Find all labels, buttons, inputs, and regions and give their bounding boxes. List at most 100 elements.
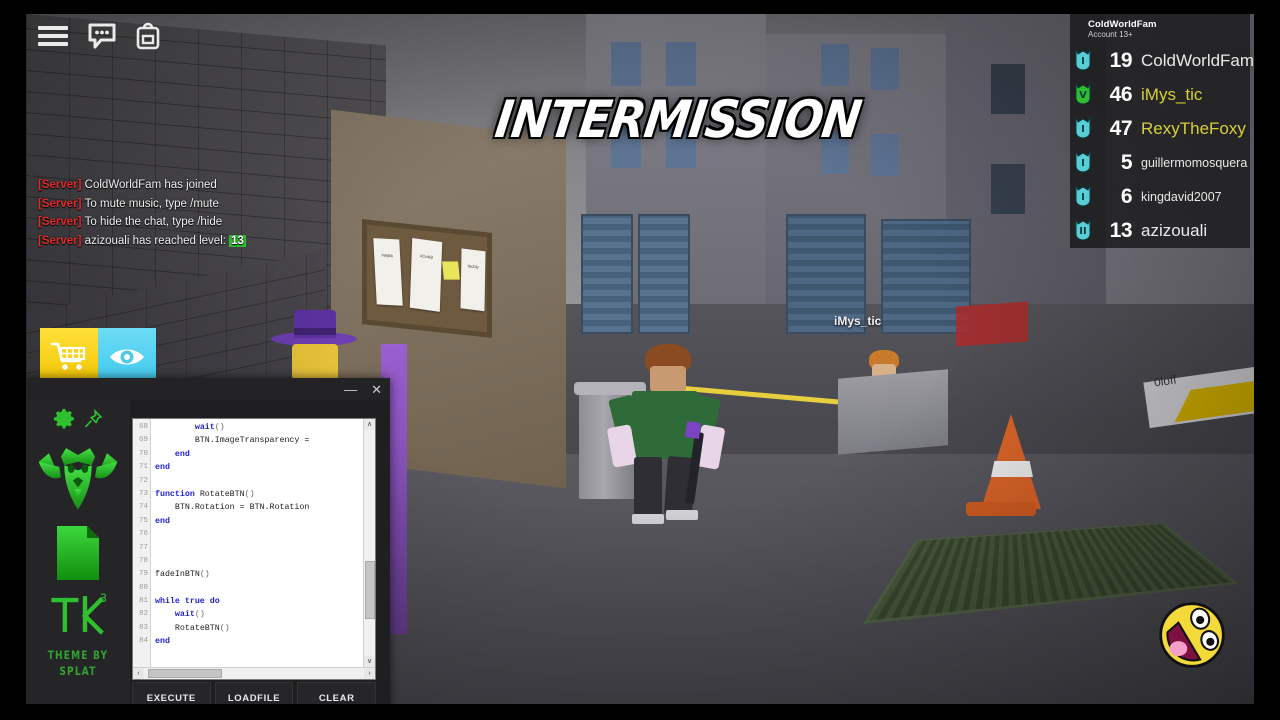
line-number: 68 (138, 423, 148, 431)
building-window (611, 42, 641, 86)
chat-icon[interactable] (88, 23, 116, 54)
svg-text:V: V (1079, 90, 1087, 101)
chat-sender-tag: [Server] (38, 197, 85, 210)
leaderboard-row[interactable]: II 13 azizouali (1070, 214, 1250, 248)
epic-face-decal (1158, 601, 1226, 669)
vertical-scroll-thumb[interactable] (365, 561, 375, 619)
menu-icon[interactable] (38, 25, 68, 52)
tk-logo-icon: 3 (50, 591, 107, 642)
svg-text:I: I (1081, 192, 1085, 203)
minimize-button[interactable]: — (344, 383, 357, 396)
line-number: 83 (138, 623, 148, 632)
line-number: 70 (138, 449, 148, 458)
code-line: end (174, 449, 190, 459)
leaderboard-score: 47 (1109, 117, 1133, 140)
scroll-right-arrow[interactable]: › (364, 668, 375, 679)
code-editor[interactable]: 68 69 70 71 72 73 74 75 76 77 78 79 80 81 82 83 84 wait(… (132, 418, 376, 680)
line-number: 76 (138, 530, 148, 539)
script-file-icon[interactable] (55, 524, 101, 587)
line-number: 71 (138, 463, 148, 472)
intermission-text: INTERMISSION (491, 88, 865, 150)
concrete-block (838, 369, 948, 455)
leaderboard-score: 6 (1120, 185, 1133, 208)
chat-level-badge: 13 (229, 234, 246, 247)
line-number: 74 (138, 503, 148, 512)
code-line: fadeInBTN() (155, 570, 210, 580)
board-paper-text: kOubijt (420, 253, 433, 260)
line-number: 84 (138, 637, 148, 646)
leaderboard-row[interactable]: I 5 guillermomosquera (1070, 146, 1250, 180)
chat-log[interactable]: [Server] ColdWorldFam has joined [Server]… (38, 176, 338, 251)
backpack-icon[interactable] (136, 22, 160, 55)
close-button[interactable]: ✕ (371, 383, 382, 396)
code-line: BTN.ImageTransparency = (155, 436, 310, 446)
rank-badge-icon: I (1072, 47, 1094, 76)
cerberus-logo-icon (35, 443, 121, 518)
building-window (991, 164, 1025, 214)
chat-sender-tag: [Server] (38, 234, 85, 247)
leaderboard-header: ColdWorldFam Account 13+ (1070, 14, 1250, 44)
leaderboard-player-name: RexyTheFoxy (1141, 119, 1246, 138)
pin-icon[interactable] (83, 408, 103, 434)
code-line: wait() (174, 610, 205, 620)
code-line: BTN.Rotation = BTN.Rotation (155, 503, 310, 513)
svg-text:I: I (1081, 124, 1085, 135)
line-number: 82 (138, 610, 148, 619)
scroll-down-arrow[interactable]: ∨ (364, 656, 375, 667)
scroll-left-arrow[interactable]: ‹ (133, 668, 144, 679)
rank-badge-icon: II (1072, 217, 1094, 246)
leaderboard-row[interactable]: V 46 iMys_tic (1070, 78, 1250, 112)
building-window (871, 48, 899, 90)
code-line: RotateBTN() (174, 623, 230, 633)
code-text-area[interactable]: wait() BTN.ImageTransparency = end end fu… (151, 419, 363, 667)
letterbox-bottom (0, 704, 1280, 720)
executor-sidebar: 3 THEME BY SPLAT (26, 400, 130, 720)
code-line: wait() (194, 423, 225, 432)
chat-message: [Server] azizouali has reached level: 13 (38, 232, 338, 251)
chat-message: [Server] ColdWorldFam has joined (38, 176, 338, 195)
board-paper-text: xWjtkk (381, 252, 394, 259)
editor-vertical-scrollbar[interactable]: ∧ ∨ (363, 419, 375, 667)
svg-text:3: 3 (100, 591, 106, 605)
horizontal-scroll-track[interactable] (144, 668, 364, 679)
scroll-up-arrow[interactable]: ∧ (364, 419, 375, 430)
code-line: end (155, 463, 170, 473)
chat-message-text: ColdWorldFam has joined (84, 179, 217, 191)
leaderboard-score: 46 (1109, 83, 1133, 106)
garage-door (581, 214, 633, 334)
rank-badge-icon: I (1072, 149, 1094, 178)
theme-credit-line1: THEME BY (47, 650, 109, 663)
line-number: 73 (138, 489, 148, 498)
svg-text:I: I (1081, 158, 1085, 169)
leaderboard-score: 19 (1109, 49, 1133, 72)
editor-horizontal-scrollbar[interactable]: ‹ › (133, 667, 375, 679)
svg-text:I: I (1081, 56, 1085, 67)
building-window (871, 134, 899, 176)
leaderboard-row[interactable]: I 6 kingdavid2007 (1070, 180, 1250, 214)
line-number-gutter: 68 69 70 71 72 73 74 75 76 77 78 79 80 81 82 83 84 (133, 419, 151, 667)
board-paper: kOubijt (409, 237, 443, 312)
rank-badge-icon: V (1072, 81, 1094, 110)
chat-message: [Server] To hide the chat, type /hide (38, 213, 338, 232)
gear-icon[interactable] (53, 408, 75, 435)
eye-icon (110, 349, 144, 365)
svg-text:II: II (1079, 226, 1086, 237)
leaderboard-row[interactable]: I 19 ColdWorldFam (1070, 44, 1254, 78)
script-executor-window[interactable]: — ✕ THEME BY SPLAT 68 69 70 71 72 73 74 … (26, 378, 390, 720)
horizontal-scroll-thumb[interactable] (148, 669, 222, 678)
chat-message-text: azizouali has reached level: (84, 234, 226, 247)
theme-credit: THEME BY SPLAT (48, 649, 109, 682)
line-number: 72 (138, 476, 148, 485)
line-number: 78 (138, 556, 148, 565)
board-paper: tteZdy (460, 248, 486, 312)
leaderboard-rows: I 19 ColdWorldFam V 46 iMys_tic I 47 RexyTheFoxy… (1070, 44, 1254, 248)
rank-badge-icon: I (1072, 183, 1094, 212)
intermission-banner: INTERMISSION (492, 89, 865, 149)
leaderboard-row[interactable]: I 47 RexyTheFoxy (1070, 112, 1250, 146)
chat-message-text: To mute music, type /mute (84, 197, 219, 210)
world-nametag-imystic: iMys_tic (834, 314, 882, 328)
window-titlebar[interactable]: — ✕ (26, 378, 390, 400)
line-number: 81 (138, 597, 148, 606)
